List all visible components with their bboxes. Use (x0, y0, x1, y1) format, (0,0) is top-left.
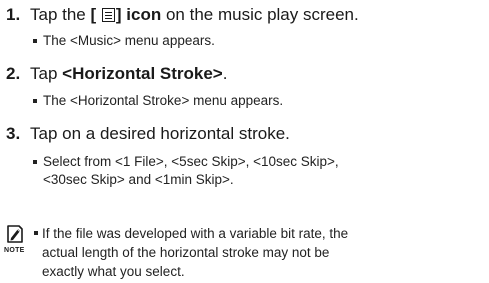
step-3-bullet: Select from <1 File>, <5sec Skip>, <10se… (33, 153, 339, 170)
pencil-note-icon (7, 225, 23, 243)
note-text: If the file was developed with a variabl… (34, 224, 486, 281)
bullet-square-icon (33, 39, 37, 43)
menu-name: <Horizontal Stroke> (62, 64, 223, 83)
step-text: Tap on a desired horizontal stroke. (30, 124, 290, 143)
bullet-square-icon (34, 231, 38, 235)
bullet-square-icon (33, 99, 37, 103)
step-text: Tap (30, 64, 63, 83)
step-3: 3. Tap on a desired horizontal stroke. (6, 124, 290, 144)
icon-label: ] icon (115, 5, 162, 24)
step-1: 1. Tap the [ ] icon on the music play scr… (6, 5, 359, 25)
step-number: 1. (6, 5, 21, 24)
note-line: actual length of the horizontal stroke m… (42, 245, 330, 260)
step-text-end: on the music play screen. (161, 5, 359, 24)
step-text: Tap the (30, 5, 91, 24)
step-2-bullet: The <Horizontal Stroke> menu appears. (33, 92, 283, 109)
bullet-square-icon (33, 160, 37, 164)
step-3-bullet-cont: <30sec Skip> and <1min Skip>. (43, 172, 234, 187)
note-label: NOTE (4, 247, 25, 254)
step-number: 3. (6, 124, 21, 143)
step-number: 2. (6, 64, 21, 83)
step-2: 2. Tap <Horizontal Stroke>. (6, 64, 228, 83)
instruction-page: 1. Tap the [ ] icon on the music play scr… (0, 0, 489, 283)
note-line: exactly what you select. (42, 264, 185, 279)
step-1-bullet: The <Music> menu appears. (33, 32, 215, 49)
note-line: If the file was developed with a variabl… (42, 226, 349, 241)
menu-list-icon (101, 8, 115, 22)
